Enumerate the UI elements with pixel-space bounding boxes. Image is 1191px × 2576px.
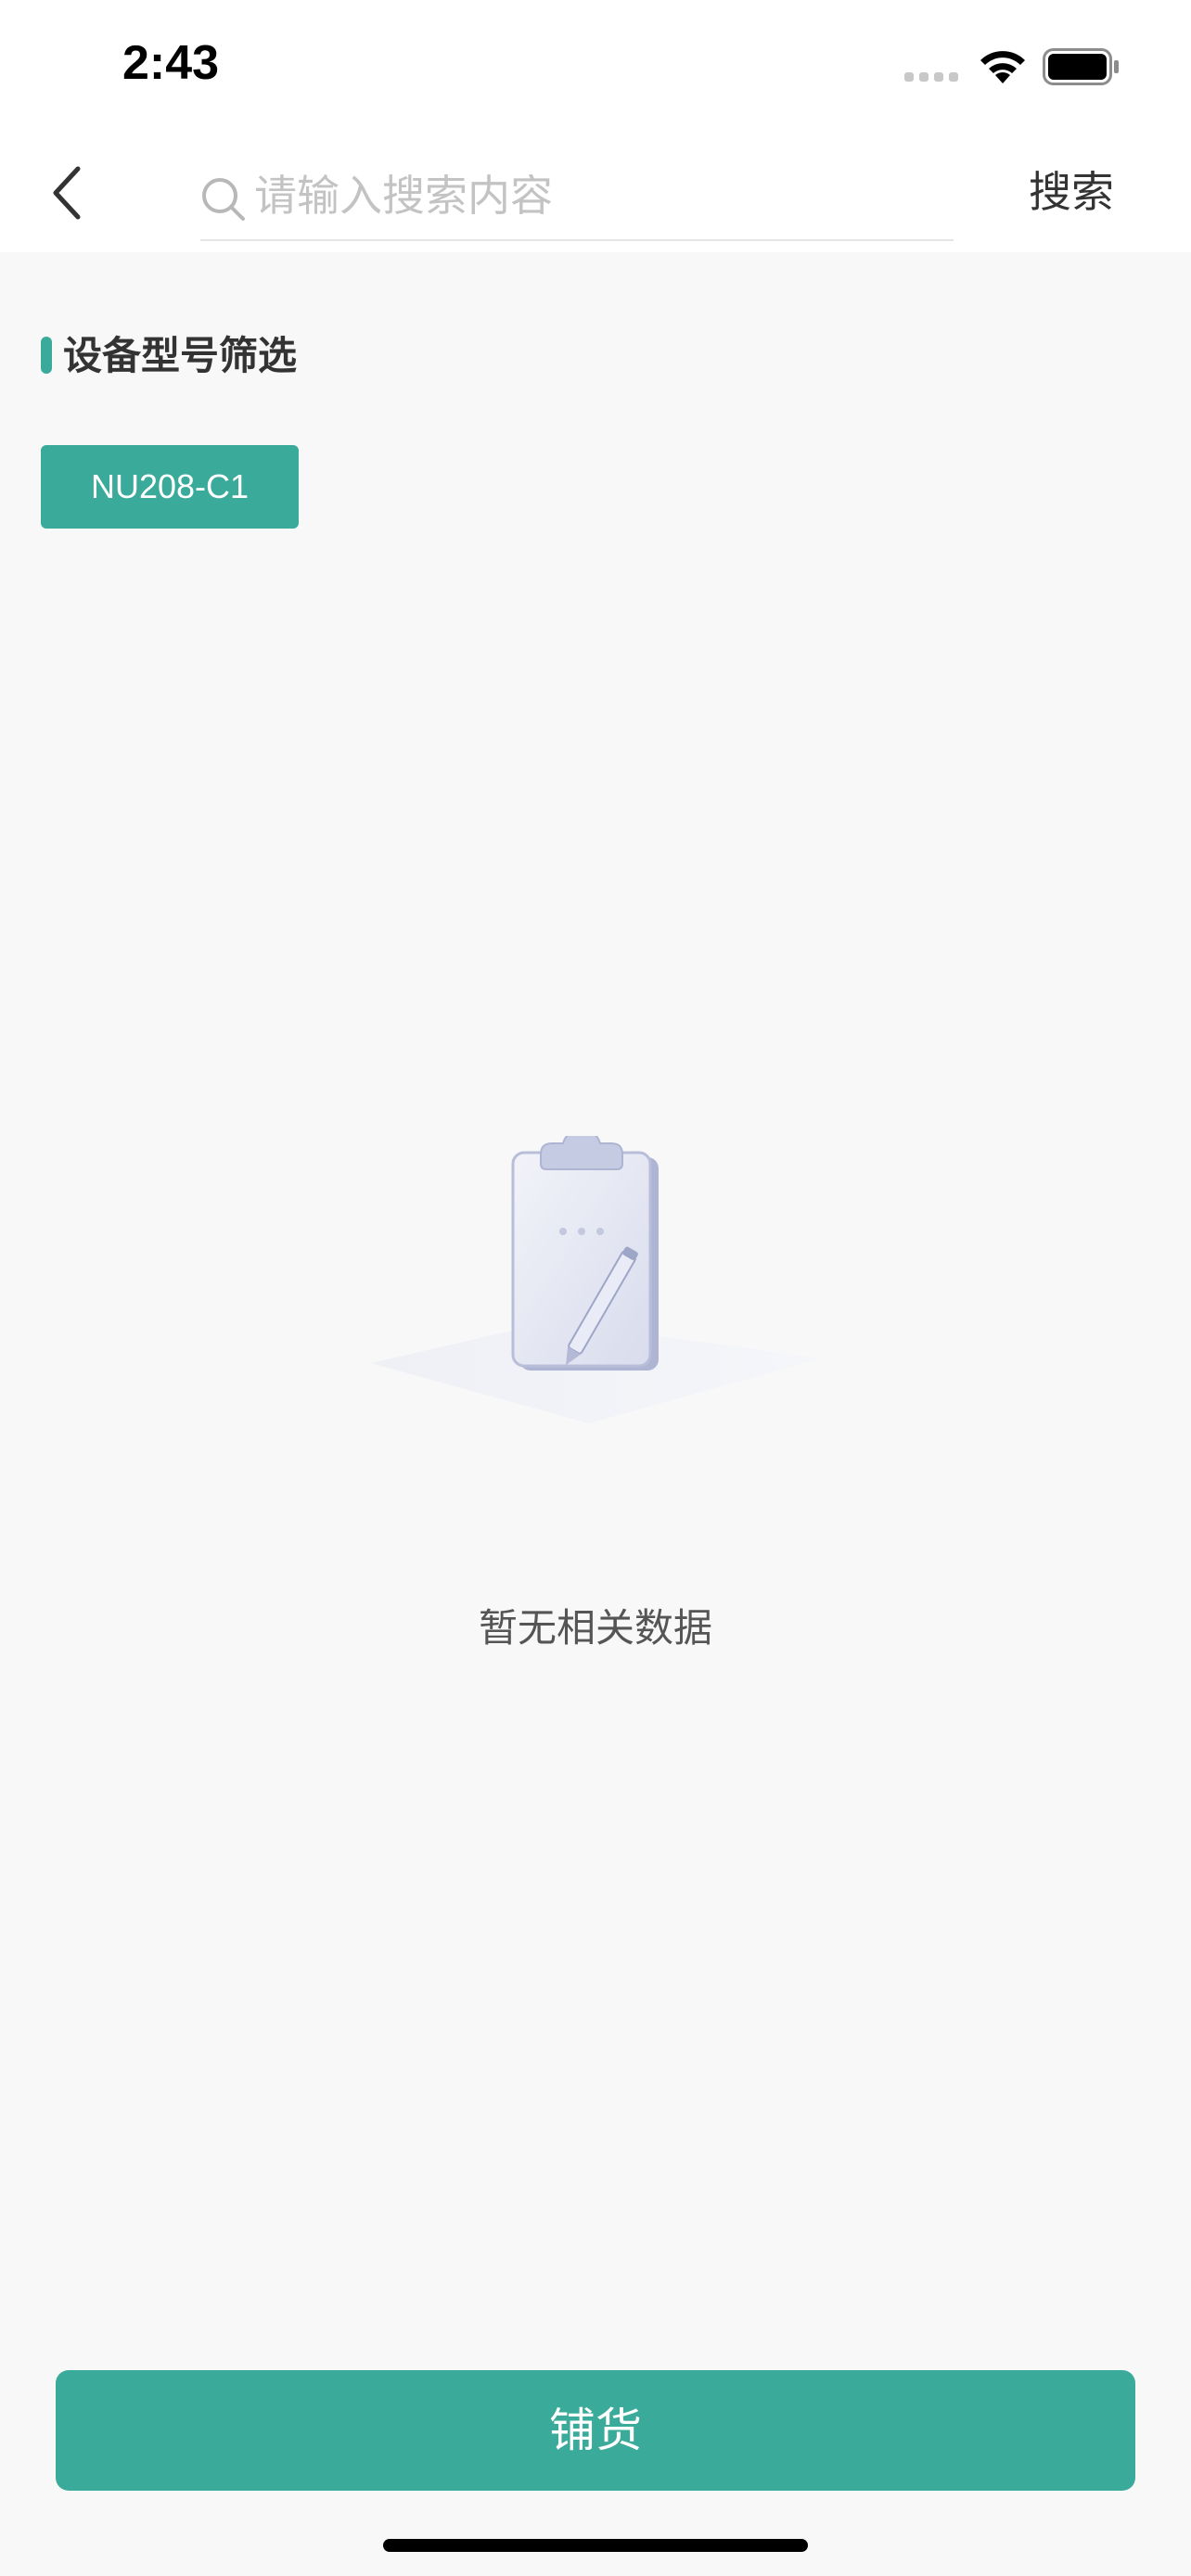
filter-chip-model[interactable]: NU208-C1 [41,445,299,529]
filter-section-title: 设备型号筛选 [63,333,298,378]
chevron-left-icon [53,166,81,220]
status-time: 2:43 [122,36,220,90]
status-bar: 2:43 [0,0,1191,139]
wifi-icon [980,51,1025,83]
empty-state-text: 暂无相关数据 [478,1605,712,1651]
home-indicator [383,2539,808,2552]
stock-button[interactable]: 铺货 [56,2370,1135,2491]
back-button[interactable] [37,159,102,226]
search-icon [202,178,245,221]
battery-icon [1043,48,1119,85]
search-box[interactable] [200,154,954,241]
section-accent-bar [41,337,52,374]
search-button[interactable]: 搜索 [1002,161,1141,223]
signal-icon [904,72,958,82]
screen: 2:43 请输入搜索内容 搜索 设备型号筛选 NU208-C1 暂无相关数据 铺… [0,0,1191,2576]
search-input[interactable] [254,167,941,224]
search-header: 搜索 [0,139,1191,252]
empty-state-illustration [371,1136,821,1423]
